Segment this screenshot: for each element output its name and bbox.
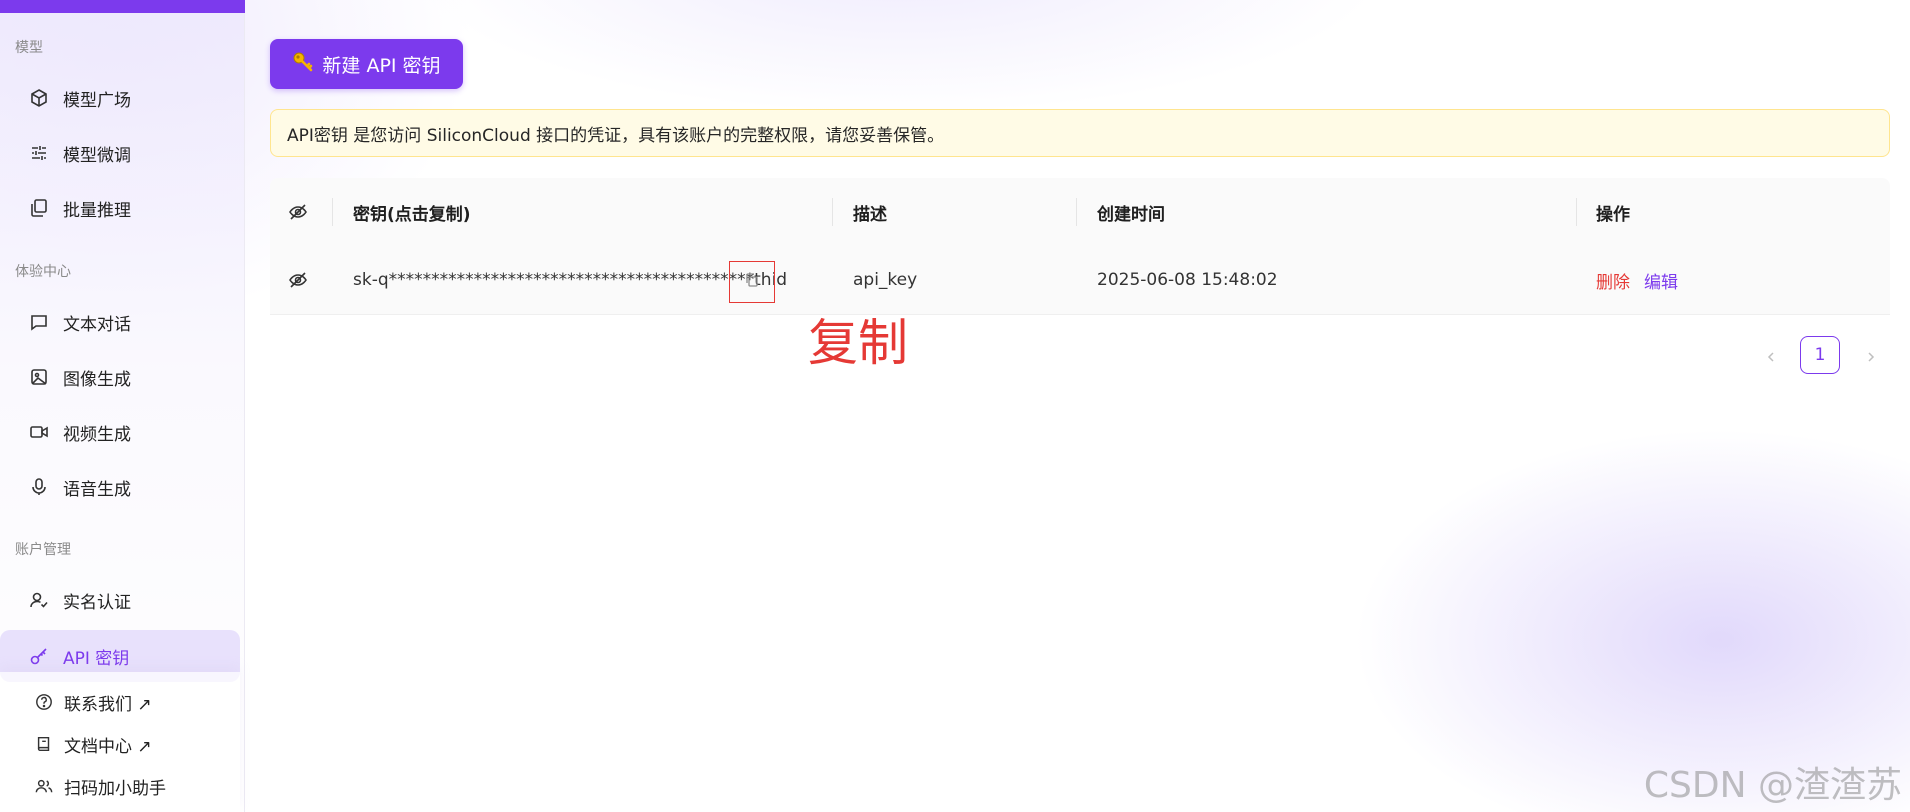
watermark: CSDN @渣渣苏 [1643,765,1902,806]
chevron-left-icon [1765,344,1777,368]
section-models: 模型 [15,40,43,56]
users-icon [34,776,54,796]
copy-key-button[interactable] [729,261,775,303]
chat-icon [28,311,50,333]
sidebar-item-batch[interactable]: 批量推理 [0,182,240,234]
sidebar-item-label: 实名认证 [63,592,131,613]
toggle-visibility-all-icon[interactable] [288,178,308,246]
copy-stack-icon [28,197,50,219]
sidebar: 模型 模型广场 模型微调 批量推理 体验中心 文本对话 图像生成 视频生成 语音… [0,0,245,812]
api-key-table: 密钥(点击复制) 描述 创建时间 操作 sk-q****************… [270,178,1890,316]
key-icon [28,645,50,667]
user-check-icon [28,589,50,611]
header-created: 创建时间 [1097,204,1165,225]
section-account: 账户管理 [15,542,71,558]
toggle-visibility-icon[interactable] [288,246,308,314]
masked-key[interactable]: sk-q************************************… [353,246,787,314]
sidebar-item-label: 模型广场 [63,90,131,111]
sidebar-item-model-square[interactable]: 模型广场 [0,72,240,124]
notice-text: API密钥 是您访问 SiliconCloud 接口的凭证，具有该账户的完整权限… [287,125,945,146]
mic-icon [28,476,50,498]
edit-link[interactable]: 编辑 [1644,268,1678,293]
contact-us-link[interactable]: 联系我们 ↗ [0,683,240,721]
sidebar-item-image-gen[interactable]: 图像生成 [0,351,240,403]
docs-center-link[interactable]: 文档中心 ↗ [0,725,240,763]
table-row: sk-q************************************… [270,246,1890,315]
sidebar-item-label: 视频生成 [63,424,131,445]
cube-icon [28,87,50,109]
copy-annotation: 复制 [808,314,908,372]
sidebar-item-label: API 密钥 [63,648,130,669]
table-header: 密钥(点击复制) 描述 创建时间 操作 [270,178,1890,247]
pagination-next[interactable] [1856,336,1886,376]
sidebar-item-finetune[interactable]: 模型微调 [0,127,240,179]
sidebar-item-label: 图像生成 [63,369,131,390]
sidebar-top-accent [0,0,245,13]
column-separator [332,198,333,226]
header-key: 密钥(点击复制) [353,204,471,225]
copy-icon [744,272,760,292]
row-actions: 删除 编辑 [1596,246,1678,314]
book-icon [34,734,54,754]
sliders-icon [28,142,50,164]
sidebar-item-label: 语音生成 [63,479,131,500]
new-api-key-label: 新建 API 密钥 [322,54,441,77]
security-notice: API密钥 是您访问 SiliconCloud 接口的凭证，具有该账户的完整权限… [270,109,1890,157]
column-separator [1576,198,1577,226]
footer-label: 扫码加小助手 [64,778,166,799]
sidebar-item-label: 批量推理 [63,200,131,221]
new-api-key-button[interactable]: 新建 API 密钥 [270,39,463,89]
header-actions: 操作 [1596,204,1630,225]
column-separator [832,198,833,226]
pagination-page-current[interactable]: 1 [1800,336,1840,374]
help-icon [34,692,54,712]
section-experience: 体验中心 [15,264,71,280]
chevron-right-icon [1865,344,1877,368]
delete-link[interactable]: 删除 [1596,268,1630,293]
key-created-time: 2025-06-08 15:48:02 [1097,270,1278,290]
sidebar-item-label: 模型微调 [63,145,131,166]
footer-label: 联系我们 ↗ [64,694,152,715]
sidebar-item-voice-gen[interactable]: 语音生成 [0,461,240,513]
video-icon [28,421,50,443]
footer-label: 文档中心 ↗ [64,736,152,757]
sidebar-item-video-gen[interactable]: 视频生成 [0,406,240,458]
sidebar-item-verification[interactable]: 实名认证 [0,574,240,626]
sidebar-item-label: 文本对话 [63,314,131,335]
key-icon [292,51,314,78]
sidebar-item-text-chat[interactable]: 文本对话 [0,296,240,348]
assistant-qr-link[interactable]: 扫码加小助手 [0,767,240,805]
image-icon [28,366,50,388]
sidebar-footer: 联系我们 ↗ 文档中心 ↗ 扫码加小助手 [0,672,240,812]
pagination-prev[interactable] [1756,336,1786,376]
column-separator [1076,198,1077,226]
header-description: 描述 [853,204,887,225]
